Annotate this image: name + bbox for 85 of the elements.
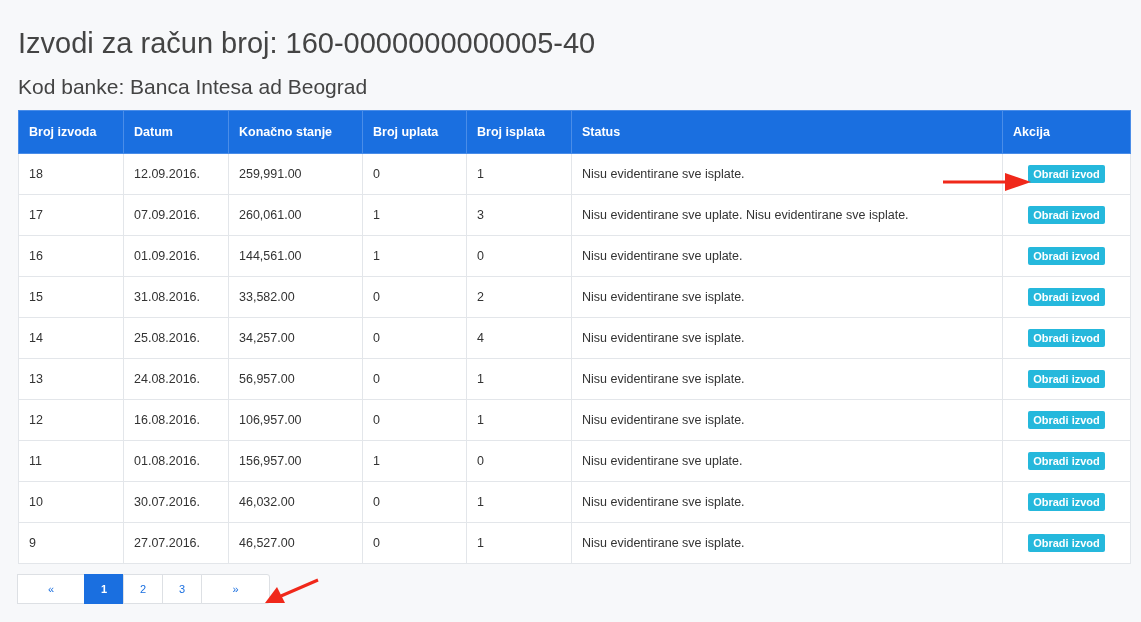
table-cell: 0 <box>466 235 572 277</box>
process-statement-button[interactable]: Obradi izvod <box>1028 288 1105 306</box>
column-header: Broj uplata <box>362 110 467 154</box>
table-cell: 10 <box>18 481 124 523</box>
column-header: Broj isplata <box>466 110 572 154</box>
table-cell: 260,061.00 <box>228 194 363 236</box>
page-link[interactable]: » <box>201 574 270 604</box>
table-cell: 0 <box>362 276 467 318</box>
table-cell: 4 <box>466 317 572 359</box>
table-cell: 1 <box>466 153 572 195</box>
process-statement-button[interactable]: Obradi izvod <box>1028 452 1105 470</box>
table-cell: Nisu evidentirane sve isplate. <box>571 399 1003 441</box>
table-cell: 34,257.00 <box>228 317 363 359</box>
table-cell: 11 <box>18 440 124 482</box>
table-cell: 16 <box>18 235 124 277</box>
table-cell: 01.09.2016. <box>123 235 229 277</box>
column-header: Broj izvoda <box>18 110 124 154</box>
table-cell: Nisu evidentirane sve isplate. <box>571 481 1003 523</box>
table-cell: 0 <box>362 153 467 195</box>
table-cell: 1 <box>466 399 572 441</box>
table-cell: Nisu evidentirane sve isplate. <box>571 153 1003 195</box>
table-cell: 01.08.2016. <box>123 440 229 482</box>
table-cell: Nisu evidentirane sve isplate. <box>571 276 1003 318</box>
table-cell: Nisu evidentirane sve uplate. <box>571 440 1003 482</box>
process-statement-button[interactable]: Obradi izvod <box>1028 534 1105 552</box>
table-cell: 1 <box>362 235 467 277</box>
table-cell: 46,527.00 <box>228 522 363 564</box>
table-cell: 13 <box>18 358 124 400</box>
table-cell: 17 <box>18 194 124 236</box>
page-subtitle: Kod banke: Banca Intesa ad Beograd <box>18 74 369 100</box>
table-cell: 30.07.2016. <box>123 481 229 523</box>
table-cell: 1 <box>466 522 572 564</box>
table-cell: 12.09.2016. <box>123 153 229 195</box>
page-link[interactable]: 3 <box>162 574 202 604</box>
page-title: Izvodi za račun broj: 160-0000000000005-40 <box>18 26 597 61</box>
process-statement-button[interactable]: Obradi izvod <box>1028 329 1105 347</box>
table-cell: Nisu evidentirane sve isplate. <box>571 522 1003 564</box>
process-statement-button[interactable]: Obradi izvod <box>1028 247 1105 265</box>
process-statement-button[interactable]: Obradi izvod <box>1028 370 1105 388</box>
table-cell: 46,032.00 <box>228 481 363 523</box>
process-statement-button[interactable]: Obradi izvod <box>1028 493 1105 511</box>
annotation-arrow <box>265 578 319 603</box>
table-cell: 1 <box>466 481 572 523</box>
table-cell: Nisu evidentirane sve uplate. <box>571 235 1003 277</box>
table-cell: 07.09.2016. <box>123 194 229 236</box>
table-cell: 0 <box>362 358 467 400</box>
table-cell: Nisu evidentirane sve isplate. <box>571 317 1003 359</box>
table-cell: 1 <box>362 194 467 236</box>
column-header: Datum <box>123 110 229 154</box>
page-link[interactable]: 2 <box>123 574 163 604</box>
process-statement-button[interactable]: Obradi izvod <box>1028 411 1105 429</box>
table-cell: 33,582.00 <box>228 276 363 318</box>
process-statement-button[interactable]: Obradi izvod <box>1028 165 1105 183</box>
table-cell: 156,957.00 <box>228 440 363 482</box>
table-cell: 27.07.2016. <box>123 522 229 564</box>
table-cell: 0 <box>362 522 467 564</box>
column-header: Status <box>571 110 1003 154</box>
page-link[interactable]: « <box>17 574 85 604</box>
table-cell: 14 <box>18 317 124 359</box>
table-cell: 144,561.00 <box>228 235 363 277</box>
table-cell: 16.08.2016. <box>123 399 229 441</box>
table-cell: 0 <box>362 317 467 359</box>
table-cell: 0 <box>362 481 467 523</box>
table-cell: 56,957.00 <box>228 358 363 400</box>
process-statement-button[interactable]: Obradi izvod <box>1028 206 1105 224</box>
table-cell: Nisu evidentirane sve uplate. Nisu evidentirane sve isplate. <box>571 194 1003 236</box>
table-cell: Nisu evidentirane sve isplate. <box>571 358 1003 400</box>
column-header: Akcija <box>1002 110 1131 154</box>
table-cell: 25.08.2016. <box>123 317 229 359</box>
table-cell: 106,957.00 <box>228 399 363 441</box>
table-cell: 259,991.00 <box>228 153 363 195</box>
table-cell: 3 <box>466 194 572 236</box>
table-cell: 0 <box>362 399 467 441</box>
table-cell: 31.08.2016. <box>123 276 229 318</box>
table-cell: 0 <box>466 440 572 482</box>
table-cell: 12 <box>18 399 124 441</box>
table-cell: 1 <box>466 358 572 400</box>
page-link[interactable]: 1 <box>84 574 124 604</box>
table-cell: 2 <box>466 276 572 318</box>
table-cell: 15 <box>18 276 124 318</box>
table-cell: 9 <box>18 522 124 564</box>
table-cell: 24.08.2016. <box>123 358 229 400</box>
table-cell: 1 <box>362 440 467 482</box>
column-header: Konačno stanje <box>228 110 363 154</box>
table-cell: 18 <box>18 153 124 195</box>
